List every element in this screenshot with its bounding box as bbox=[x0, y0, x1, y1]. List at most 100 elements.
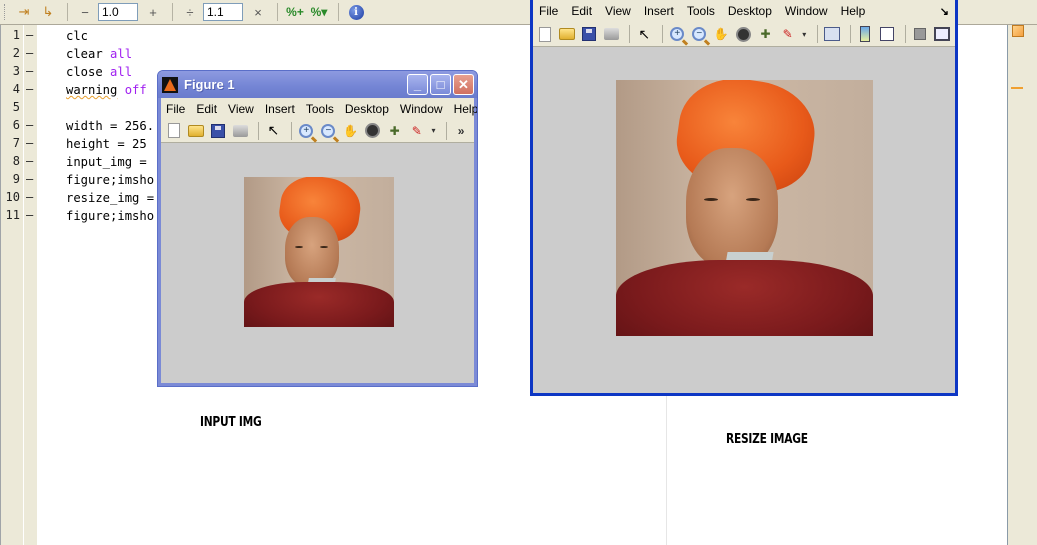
legend-icon[interactable] bbox=[878, 24, 896, 44]
analysis-status-indicator[interactable] bbox=[1012, 25, 1024, 37]
gutter-row[interactable]: 6– bbox=[0, 117, 37, 135]
gutter-row[interactable]: 11– bbox=[0, 207, 37, 225]
close-button[interactable]: ✕ bbox=[453, 74, 474, 95]
edit-plot-arrow-icon[interactable]: ↖ bbox=[264, 121, 282, 141]
gutter-row[interactable]: 10– bbox=[0, 189, 37, 207]
menu-tools[interactable]: Tools bbox=[306, 102, 334, 116]
edit-plot-arrow-icon[interactable]: ↖ bbox=[635, 24, 653, 44]
rotate-3d-icon[interactable] bbox=[734, 24, 752, 44]
menu-help[interactable]: Help bbox=[454, 102, 477, 116]
maximize-button[interactable]: □ bbox=[430, 74, 451, 95]
line-number: 8 bbox=[12, 154, 20, 168]
gutter-row[interactable]: 8– bbox=[0, 153, 37, 171]
hide-plot-tools-icon[interactable] bbox=[911, 24, 929, 44]
cell-value-input-2[interactable]: 1.1 bbox=[203, 3, 243, 21]
cell-value-input-1[interactable]: 1.0 bbox=[98, 3, 138, 21]
code-line: clc bbox=[66, 29, 89, 43]
zoom-out-icon[interactable]: − bbox=[319, 121, 337, 141]
menu-file[interactable]: File bbox=[539, 4, 558, 18]
save-icon[interactable] bbox=[209, 121, 227, 141]
open-file-icon[interactable] bbox=[558, 24, 576, 44]
menu-insert[interactable]: Insert bbox=[644, 4, 674, 18]
gutter-row[interactable]: 1– bbox=[0, 27, 37, 45]
menu-insert[interactable]: Insert bbox=[265, 102, 295, 116]
breakpoint-marker[interactable]: – bbox=[26, 28, 33, 42]
figure-canvas[interactable] bbox=[533, 47, 955, 393]
brush-icon[interactable]: ✎ bbox=[408, 121, 426, 141]
toolbar-separator bbox=[849, 25, 851, 43]
link-plot-icon[interactable] bbox=[823, 24, 841, 44]
divide-button[interactable]: ÷ bbox=[179, 2, 201, 22]
pan-hand-icon[interactable]: ✋ bbox=[712, 24, 730, 44]
menu-view[interactable]: View bbox=[228, 102, 254, 116]
figure-canvas[interactable] bbox=[161, 147, 474, 383]
percent-plus-icon[interactable]: %+ bbox=[284, 2, 306, 22]
line-number: 1 bbox=[12, 28, 20, 42]
print-icon[interactable] bbox=[602, 24, 620, 44]
increment-button[interactable]: + bbox=[142, 2, 164, 22]
new-figure-icon[interactable] bbox=[536, 24, 554, 44]
toolbar-grip[interactable] bbox=[4, 4, 7, 20]
new-figure-icon[interactable] bbox=[165, 121, 183, 141]
zoom-in-icon[interactable]: + bbox=[297, 121, 315, 141]
breakpoint-marker[interactable]: – bbox=[26, 118, 33, 132]
window-controls: _ □ ✕ bbox=[407, 74, 474, 95]
pan-hand-icon[interactable]: ✋ bbox=[341, 121, 359, 141]
brush-icon[interactable]: ✎ bbox=[779, 24, 797, 44]
message-bar[interactable] bbox=[1007, 25, 1037, 545]
data-cursor-icon[interactable]: ✚ bbox=[386, 121, 404, 141]
show-plot-tools-icon[interactable] bbox=[933, 24, 951, 44]
menu-tools[interactable]: Tools bbox=[687, 4, 715, 18]
figure-window-input[interactable]: Figure 1 _ □ ✕ File Edit View Insert Too… bbox=[157, 70, 478, 387]
zoom-in-icon[interactable]: + bbox=[668, 24, 686, 44]
gutter-row[interactable]: 3– bbox=[0, 63, 37, 81]
data-cursor-icon[interactable]: ✚ bbox=[757, 24, 775, 44]
breakpoint-marker[interactable]: – bbox=[26, 82, 33, 96]
insert-cell-break-after-icon[interactable]: ↳ bbox=[37, 2, 59, 22]
breakpoint-marker[interactable]: – bbox=[26, 154, 33, 168]
percent-menu-icon[interactable]: %▾ bbox=[308, 2, 330, 22]
menu-view[interactable]: View bbox=[605, 4, 631, 18]
insert-cell-break-icon[interactable]: ⇥ bbox=[13, 2, 35, 22]
rotate-3d-icon[interactable] bbox=[364, 121, 382, 141]
multiply-button[interactable]: × bbox=[247, 2, 269, 22]
breakpoint-marker[interactable]: – bbox=[26, 136, 33, 150]
gutter-row[interactable]: 5 bbox=[0, 99, 37, 117]
gutter-row[interactable]: 7– bbox=[0, 135, 37, 153]
gutter-row[interactable]: 2– bbox=[0, 45, 37, 63]
warning-marker[interactable] bbox=[1011, 87, 1023, 89]
code-editor[interactable]: clc clear all close all warning off widt… bbox=[66, 27, 154, 225]
menu-help[interactable]: Help bbox=[841, 4, 866, 18]
breakpoint-marker[interactable]: – bbox=[26, 208, 33, 222]
save-icon[interactable] bbox=[580, 24, 598, 44]
gutter-row[interactable]: 4– bbox=[0, 81, 37, 99]
menu-file[interactable]: File bbox=[166, 102, 185, 116]
input-image-caption: INPUT IMG bbox=[200, 415, 262, 430]
open-file-icon[interactable] bbox=[187, 121, 205, 141]
menu-window[interactable]: Window bbox=[400, 102, 443, 116]
minimize-button[interactable]: _ bbox=[407, 74, 428, 95]
toolbar-overflow-icon[interactable]: » bbox=[452, 121, 470, 141]
menu-window[interactable]: Window bbox=[785, 4, 828, 18]
zoom-out-icon[interactable]: − bbox=[690, 24, 708, 44]
menu-desktop[interactable]: Desktop bbox=[345, 102, 389, 116]
breakpoint-marker[interactable]: – bbox=[26, 64, 33, 78]
breakpoint-marker[interactable]: – bbox=[26, 172, 33, 186]
figure-window-resized[interactable]: File Edit View Insert Tools Desktop Wind… bbox=[530, 0, 958, 396]
line-number: 7 bbox=[12, 136, 20, 150]
menu-edit[interactable]: Edit bbox=[571, 4, 592, 18]
code-line: clear all bbox=[66, 47, 133, 61]
brush-dropdown-icon[interactable]: ▾ bbox=[430, 121, 437, 141]
breakpoint-marker[interactable]: – bbox=[26, 190, 33, 204]
info-button[interactable]: i bbox=[345, 2, 367, 22]
menu-desktop[interactable]: Desktop bbox=[728, 4, 772, 18]
decrement-button[interactable]: − bbox=[74, 2, 96, 22]
breakpoint-marker[interactable]: – bbox=[26, 46, 33, 60]
brush-dropdown-icon[interactable]: ▾ bbox=[801, 24, 808, 44]
print-icon[interactable] bbox=[231, 121, 249, 141]
menu-edit[interactable]: Edit bbox=[196, 102, 217, 116]
colorbar-icon[interactable] bbox=[856, 24, 874, 44]
gutter-row[interactable]: 9– bbox=[0, 171, 37, 189]
dock-arrow-icon[interactable]: ↘ bbox=[940, 5, 949, 18]
figure-title-bar[interactable]: Figure 1 _ □ ✕ bbox=[158, 71, 477, 98]
